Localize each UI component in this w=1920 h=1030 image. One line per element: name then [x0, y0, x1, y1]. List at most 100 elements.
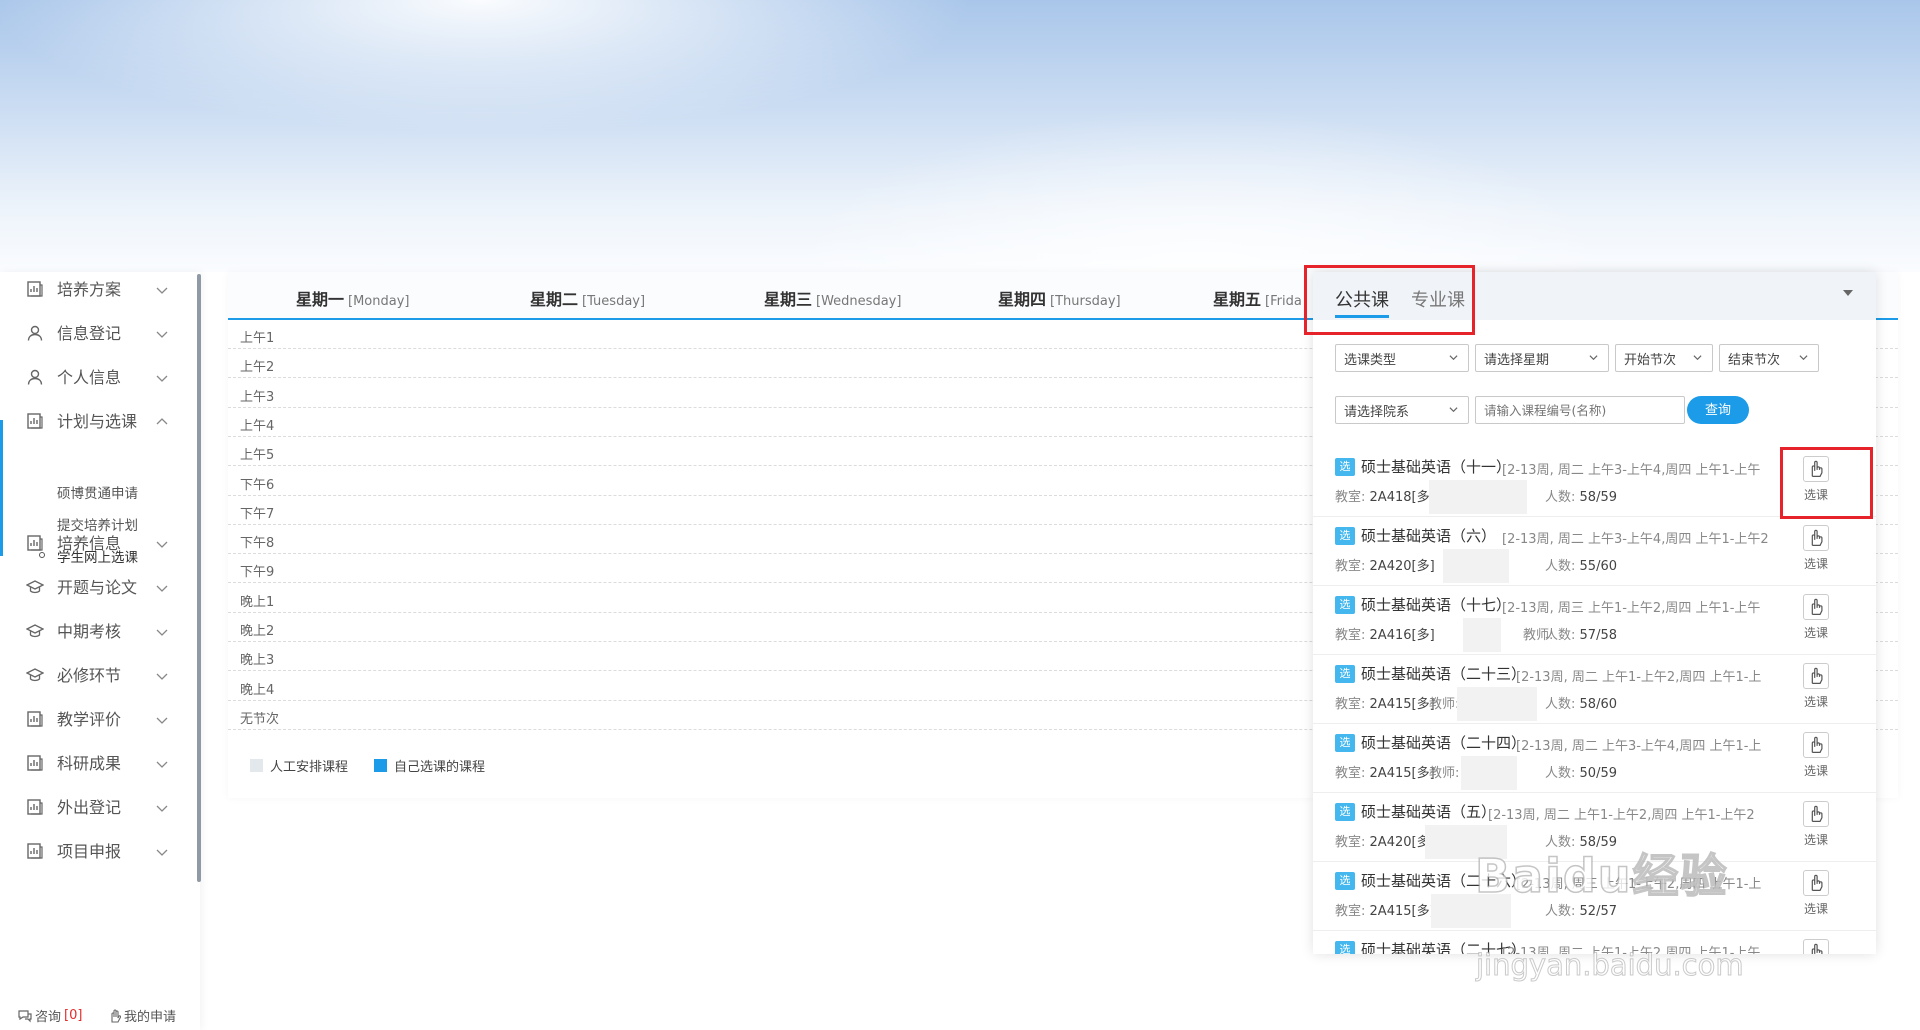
doc-chart-icon	[26, 280, 44, 298]
chat-icon	[18, 1009, 32, 1022]
weekday-zh: 星期四	[998, 290, 1047, 309]
period-label: 上午5	[240, 448, 275, 464]
legend-self-label: 自己选课的课程	[394, 760, 486, 775]
weekday-4: 星期五 [Frida	[1213, 286, 1302, 310]
weekday-2: 星期三 [Wednesday]	[764, 286, 901, 310]
count-label: 人数:	[1545, 904, 1576, 919]
start-period-select[interactable]: 开始节次	[1615, 344, 1713, 372]
course-room: 教室: 2A420[多]	[1335, 555, 1435, 574]
count-value: 52/57	[1579, 904, 1617, 919]
course-type-select[interactable]: 选课类型	[1335, 344, 1469, 372]
period-label: 晚上3	[240, 653, 275, 669]
choose-course-button[interactable]	[1803, 801, 1829, 827]
room-label: 教室:	[1335, 766, 1366, 781]
choose-course-label: 选课	[1804, 902, 1829, 916]
choose-course-button[interactable]	[1803, 870, 1829, 896]
sidebar-item-label: 培养方案	[57, 280, 122, 299]
end-period-select[interactable]: 结束节次	[1719, 344, 1819, 372]
weekday-zh: 星期三	[764, 290, 813, 309]
weekday-en: [Monday]	[348, 294, 410, 309]
choose-course-button[interactable]	[1803, 732, 1829, 758]
sidebar-item-2[interactable]: 个人信息	[0, 354, 196, 398]
user-icon	[26, 324, 44, 342]
sidebar-item-6[interactable]: 中期考核	[0, 608, 196, 652]
sidebar-subitem-1[interactable]: 提交培养计划	[57, 514, 138, 534]
course-info: 硕士基础英语（十一） [2-13周, 周二 上午3-上午4,周四 上午1-上午	[1313, 448, 1788, 517]
chevron-down-icon	[1449, 407, 1458, 413]
choose-course-label: 选课	[1804, 626, 1829, 640]
course-name: 硕士基础英语（二十三）	[1361, 665, 1527, 683]
sidebar-item-5[interactable]: 开题与论文	[0, 564, 196, 608]
period-label: 下午8	[240, 536, 275, 552]
department-value: 请选择院系	[1344, 404, 1410, 420]
hand-pointer-icon	[1811, 667, 1823, 684]
course-schedule: [2-13周, 周二 上午3-上午4,周四 上午1-上午2	[1502, 532, 1769, 547]
chevron-down-icon	[156, 281, 168, 294]
weekday-zh: 星期二	[530, 290, 579, 309]
course-schedule: [2-13周, 周二 上午3-上午4,周四 上午1-上午	[1502, 463, 1761, 478]
doc-chart-icon	[26, 534, 44, 552]
course-schedule: [2-13周, 周二 上午3-上午4,周四 上午1-上	[1516, 739, 1762, 754]
doc-chart-icon	[26, 798, 44, 816]
tabs-highlight-box	[1304, 265, 1475, 335]
count-label: 人数:	[1545, 490, 1576, 505]
course-info: 硕士基础英语（二十三） [2-13周, 周二 上午1-上午2,周四 上午1-上	[1313, 655, 1788, 724]
weekday-select[interactable]: 请选择星期	[1475, 344, 1609, 372]
sidebar-item-label: 教学评价	[57, 710, 122, 729]
count-value: 50/59	[1579, 766, 1617, 781]
period-label: 上午2	[240, 360, 275, 376]
choose-course-label: 选课	[1804, 695, 1829, 709]
sidebar-item-1[interactable]: 信息登记	[0, 310, 196, 354]
period-label: 晚上2	[240, 624, 275, 639]
sidebar-item-3[interactable]: 计划与选课	[0, 398, 196, 442]
graduation-cap-icon	[25, 622, 45, 640]
period-label: 上午4	[240, 418, 275, 434]
redacted-teacher	[1457, 687, 1537, 721]
sidebar-subitem-2[interactable]: 学生网上选课	[57, 546, 138, 566]
choose-course-button[interactable]	[1803, 939, 1829, 954]
sidebar-subitem-0[interactable]: 硕博贯通申请	[57, 482, 138, 502]
course-count: 人数: 57/58	[1545, 624, 1617, 643]
sidebar-scrollbar[interactable]	[197, 274, 201, 882]
my-apply-link[interactable]: 我的申请	[108, 1006, 176, 1025]
choose-course-button[interactable]	[1803, 594, 1829, 620]
room-value: 2A415[多]	[1369, 697, 1435, 712]
sidebar-item-0[interactable]: 培养方案	[0, 266, 196, 310]
weekday-en: [Wednesday]	[816, 294, 902, 309]
course-count: 人数: 55/60	[1545, 555, 1617, 574]
count-label: 人数:	[1545, 697, 1576, 712]
consult-link[interactable]: 咨询 [0]	[18, 1006, 82, 1025]
room-value: 2A415[多]	[1369, 766, 1435, 781]
end-period-value: 结束节次	[1728, 352, 1781, 368]
chevron-down-icon	[156, 711, 168, 724]
room-value: 2A415[多]	[1369, 904, 1435, 919]
weekday-en: [Frida	[1265, 294, 1302, 309]
choose-course-button[interactable]	[1803, 663, 1829, 689]
search-button[interactable]: 查询	[1687, 396, 1749, 424]
sidebar-item-7[interactable]: 必修环节	[0, 652, 196, 696]
current-dot-icon	[39, 552, 45, 558]
course-schedule: [2-13周, 周二 上午1-上午2,周四 上午1-上午2	[1488, 808, 1755, 823]
teacher-label: 教师:	[1429, 766, 1460, 781]
count-value: 55/60	[1579, 559, 1617, 574]
room-value: 2A420[多]	[1369, 559, 1435, 574]
hand-pointer-icon	[1811, 736, 1823, 753]
choose-course-button[interactable]	[1803, 525, 1829, 551]
sidebar-item-label: 个人信息	[57, 368, 122, 387]
weekday-value: 请选择星期	[1484, 352, 1550, 368]
sidebar-item-11[interactable]: 项目申报	[0, 828, 196, 872]
caret-down-icon[interactable]	[1843, 290, 1853, 296]
user-icon	[26, 368, 44, 386]
course-count: 人数: 58/60	[1545, 693, 1617, 712]
sidebar-item-8[interactable]: 教学评价	[0, 696, 196, 740]
hand-icon	[111, 1008, 121, 1023]
weekday-en: [Thursday]	[1050, 294, 1121, 309]
sidebar-item-10[interactable]: 外出登记	[0, 784, 196, 828]
sidebar-item-label: 科研成果	[57, 754, 122, 773]
department-select[interactable]: 请选择院系	[1335, 396, 1469, 424]
redacted-teacher	[1429, 480, 1527, 514]
sidebar-item-9[interactable]: 科研成果	[0, 740, 196, 784]
course-search-input[interactable]	[1475, 396, 1685, 424]
redacted-teacher	[1443, 549, 1509, 583]
course-name: 硕士基础英语（十一）	[1361, 458, 1512, 476]
